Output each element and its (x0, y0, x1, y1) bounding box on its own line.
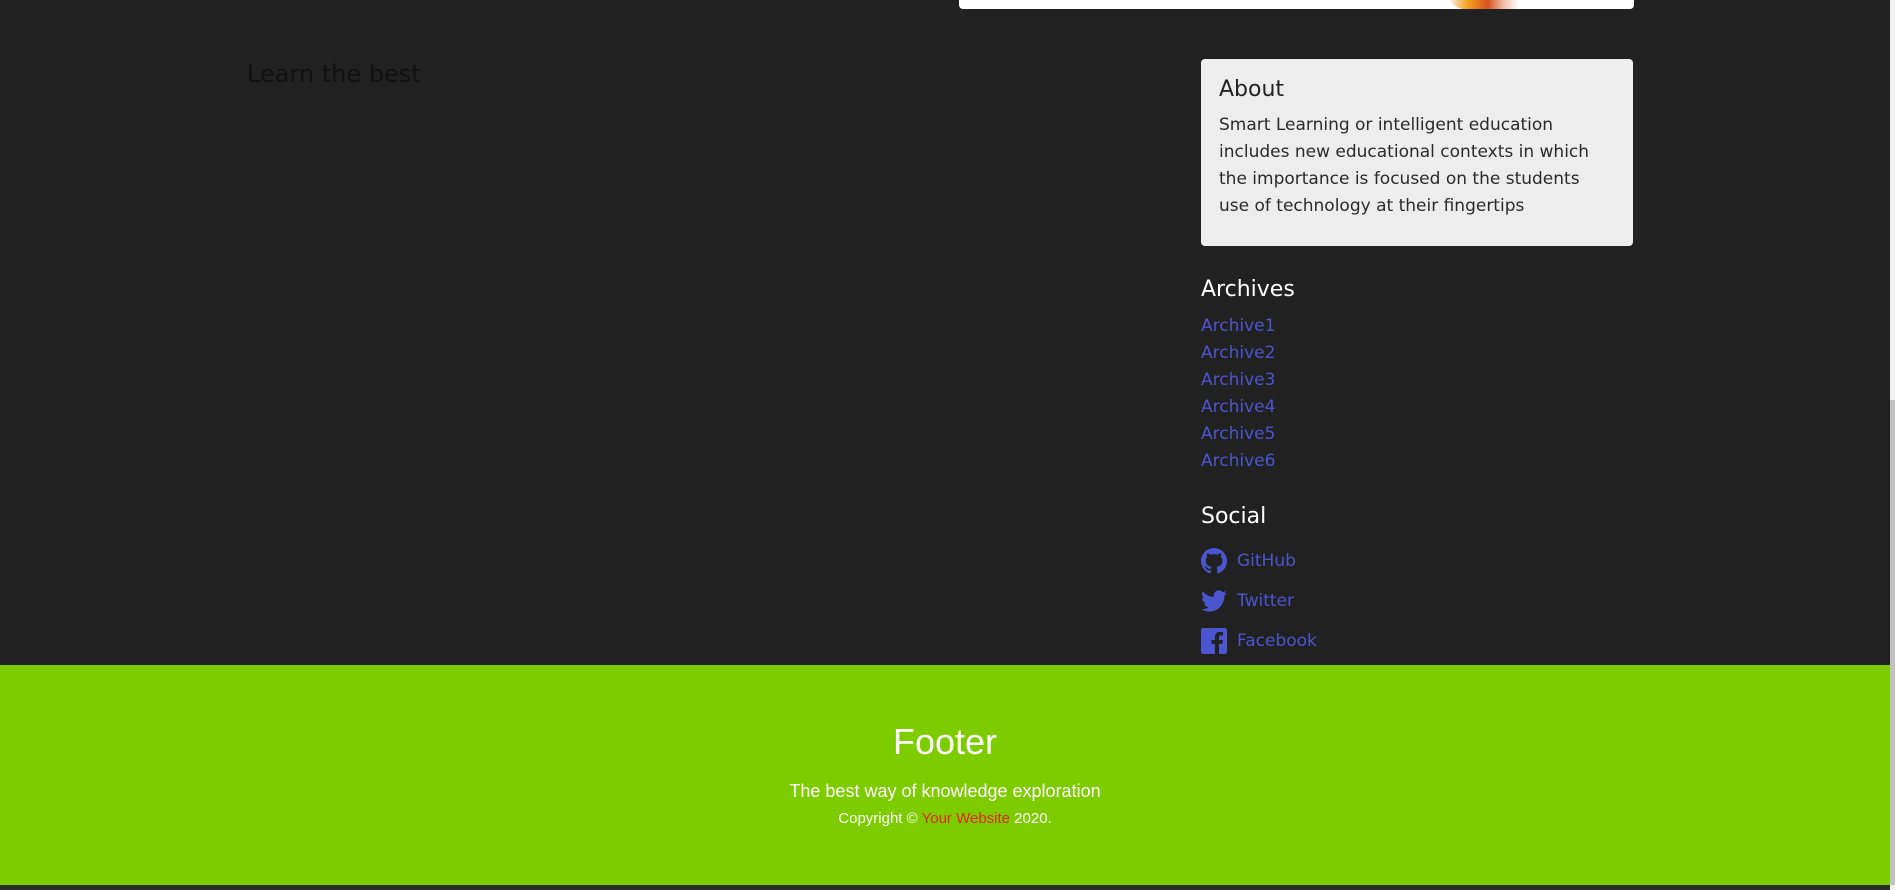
page: Learn the best About Smart Learning or i… (0, 0, 1895, 890)
archive-item: Archive4 (1201, 393, 1633, 420)
github-link[interactable]: GitHub (1237, 551, 1296, 571)
twitter-icon[interactable] (1201, 588, 1227, 614)
archive-item: Archive1 (1201, 312, 1633, 339)
archive-link-5[interactable]: Archive5 (1201, 424, 1275, 444)
bottom-strip (0, 885, 1895, 890)
archive-link-1[interactable]: Archive1 (1201, 316, 1275, 336)
archives-title: Archives (1201, 277, 1295, 302)
footer-copyright: Copyright © Your Website 2020. (0, 810, 1890, 827)
archives-list: Archive1 Archive2 Archive3 Archive4 Arch… (1201, 312, 1633, 474)
facebook-link[interactable]: Facebook (1237, 631, 1317, 651)
archive-link-2[interactable]: Archive2 (1201, 343, 1275, 363)
archive-item: Archive5 (1201, 420, 1633, 447)
about-box: About Smart Learning or intelligent educ… (1201, 59, 1633, 246)
main-heading: Learn the best (247, 60, 421, 88)
about-title: About (1219, 77, 1285, 102)
copyright-year: 2020. (1014, 810, 1052, 827)
footer-title: Footer (892, 721, 998, 762)
social-title: Social (1201, 504, 1267, 529)
archive-item: Archive6 (1201, 447, 1633, 474)
github-icon[interactable] (1201, 548, 1227, 574)
footer-site-link[interactable]: Your Website (922, 810, 1010, 827)
copyright-prefix: Copyright © (838, 810, 918, 827)
about-text: Smart Learning or intelligent education … (1219, 115, 1590, 216)
footer-tagline: The best way of knowledge exploration (789, 781, 1101, 801)
archive-link-6[interactable]: Archive6 (1201, 451, 1275, 471)
archive-item: Archive3 (1201, 366, 1633, 393)
facebook-icon[interactable] (1201, 628, 1227, 654)
featured-post-card[interactable] (959, 0, 1634, 9)
archive-link-3[interactable]: Archive3 (1201, 370, 1275, 390)
archive-link-4[interactable]: Archive4 (1201, 397, 1275, 417)
social-item-twitter[interactable]: Twitter (1201, 581, 1633, 621)
social-item-github[interactable]: GitHub (1201, 541, 1633, 581)
social-list: GitHub Twitter Facebook (1201, 541, 1633, 661)
twitter-link[interactable]: Twitter (1237, 591, 1294, 611)
scrollbar-thumb[interactable] (1890, 400, 1895, 885)
footer: Footer The best way of knowledge explora… (0, 665, 1890, 885)
archive-item: Archive2 (1201, 339, 1633, 366)
sidebar: About Smart Learning or intelligent educ… (1201, 59, 1633, 661)
featured-post-image (1449, 0, 1519, 9)
social-item-facebook[interactable]: Facebook (1201, 621, 1633, 661)
